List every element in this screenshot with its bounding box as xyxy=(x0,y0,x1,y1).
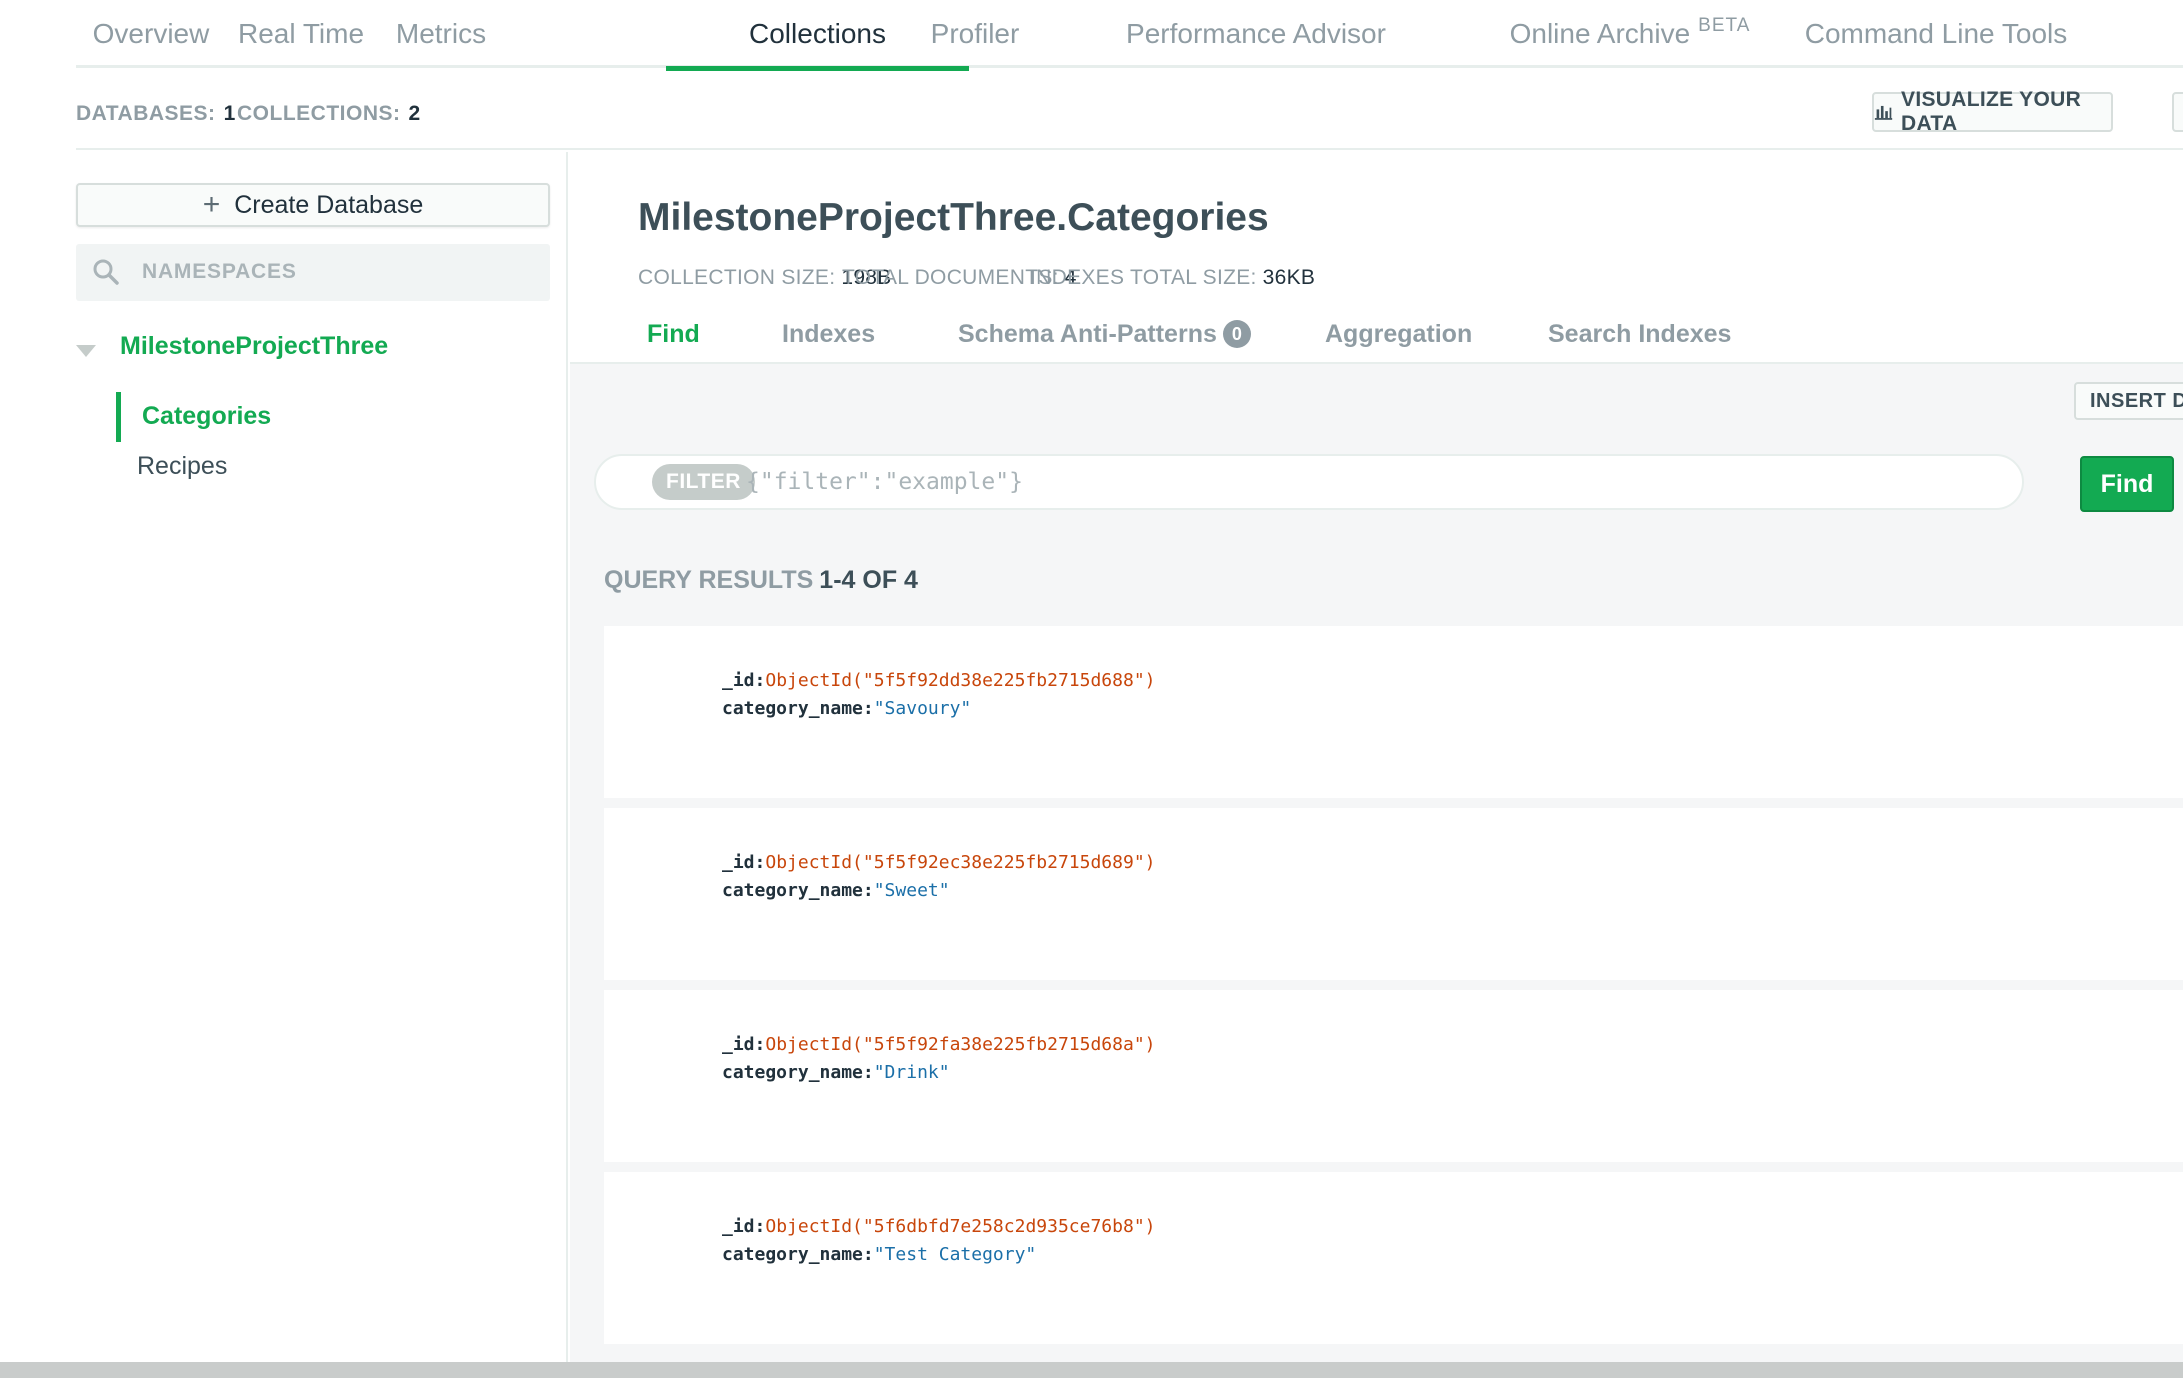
subtab-search-indexes[interactable]: Search Indexes xyxy=(1548,320,1731,349)
tab-label: Performance Advisor xyxy=(1126,18,1386,49)
tab-label: Profiler xyxy=(930,18,1020,49)
page-title: MilestoneProjectThree.Categories xyxy=(638,196,1269,239)
stats-bar: DATABASES: 1 COLLECTIONS: 2 VISUALIZE YOUR… xyxy=(76,88,2183,150)
find-button[interactable]: Find xyxy=(2080,456,2174,512)
visualize-data-button[interactable]: VISUALIZE YOUR DATA xyxy=(1872,88,2113,135)
tab-command-line-tools[interactable]: Command Line Tools xyxy=(1786,0,2086,68)
databases-count: DATABASES: 1 xyxy=(76,102,236,125)
bar-chart-icon xyxy=(1874,105,1893,120)
caret-down-icon[interactable] xyxy=(76,345,96,357)
tab-label: Overview xyxy=(92,18,210,49)
visualize-label: VISUALIZE YOUR DATA xyxy=(1901,88,2082,135)
doc-field-line: category_name:"Sweet" xyxy=(722,880,950,901)
subtab-indexes[interactable]: Indexes xyxy=(782,320,875,349)
namespace-search xyxy=(76,244,550,301)
create-database-button[interactable]: + Create Database xyxy=(76,183,550,227)
doc-id-line: _id:ObjectId("5f5f92dd38e225fb2715d688") xyxy=(722,670,1156,691)
subtab-schema-anti-patterns[interactable]: Schema Anti-Patterns 0 xyxy=(958,320,1251,349)
filter-bar: FILTER xyxy=(594,454,2024,510)
tab-profiler[interactable]: Profiler xyxy=(904,0,1046,68)
sidebar: + Create Database MilestoneProjectThree … xyxy=(0,152,568,1362)
collection-header: MilestoneProjectThree.Categories COLLECT… xyxy=(570,152,2183,362)
top-nav: Overview Real Time Metrics Collections P… xyxy=(76,0,2183,71)
doc-field-line: category_name:"Drink" xyxy=(722,1062,950,1083)
query-results-count: QUERY RESULTS 1-4 OF 4 xyxy=(604,566,918,594)
query-panel: INSERT DOCUMENT FILTER Find QUERY RESULT… xyxy=(570,362,2183,1362)
subtab-label: Schema Anti-Patterns xyxy=(958,320,1217,348)
create-database-label: Create Database xyxy=(234,190,424,219)
doc-field-line: category_name:"Test Category" xyxy=(722,1244,1037,1265)
collections-count: COLLECTIONS: 2 xyxy=(237,102,421,125)
plus-icon: + xyxy=(202,188,221,221)
doc-field-line: category_name:"Savoury" xyxy=(722,698,972,719)
subtab-find[interactable]: Find xyxy=(647,320,700,349)
database-name[interactable]: MilestoneProjectThree xyxy=(120,332,388,361)
namespace-search-input[interactable] xyxy=(142,254,522,290)
filter-input[interactable] xyxy=(746,462,1946,502)
tab-label: Metrics xyxy=(395,18,487,49)
sidebar-item-categories[interactable]: Categories xyxy=(142,402,271,431)
tab-online-archive[interactable]: Online Archive BETA xyxy=(1460,0,1800,68)
tab-label: Real Time xyxy=(237,18,365,49)
tab-overview[interactable]: Overview xyxy=(76,0,226,68)
tab-performance-advisor[interactable]: Performance Advisor xyxy=(1106,0,1406,68)
filter-label: FILTER xyxy=(652,464,755,500)
more-options-button[interactable] xyxy=(2172,92,2183,132)
document-card[interactable]: _id:ObjectId("5f6dbfd7e258c2d935ce76b8")… xyxy=(604,1172,2183,1344)
tab-real-time[interactable]: Real Time xyxy=(224,0,378,68)
count-badge: 0 xyxy=(1222,320,1251,348)
tab-label: Collections xyxy=(749,18,886,49)
horizontal-scrollbar[interactable] xyxy=(0,1362,2183,1378)
tab-label: Online Archive xyxy=(1509,18,1691,49)
tab-label: Command Line Tools xyxy=(1804,18,2068,49)
sidebar-item-recipes[interactable]: Recipes xyxy=(137,452,227,481)
doc-id-line: _id:ObjectId("5f6dbfd7e258c2d935ce76b8") xyxy=(722,1216,1156,1237)
subtab-aggregation[interactable]: Aggregation xyxy=(1325,320,1472,349)
insert-document-button[interactable]: INSERT DOCUMENT xyxy=(2074,382,2183,420)
tab-metrics[interactable]: Metrics xyxy=(376,0,506,68)
active-collection-indicator xyxy=(116,392,121,442)
document-card[interactable]: _id:ObjectId("5f5f92dd38e225fb2715d688")… xyxy=(604,626,2183,798)
doc-id-line: _id:ObjectId("5f5f92ec38e225fb2715d689") xyxy=(722,852,1156,873)
indexes-total-size: INDEXES TOTAL SIZE: 36KB xyxy=(1030,266,1316,289)
document-card[interactable]: _id:ObjectId("5f5f92ec38e225fb2715d689")… xyxy=(604,808,2183,980)
beta-badge: BETA xyxy=(1698,15,1751,36)
search-icon xyxy=(93,259,119,285)
document-card[interactable]: _id:ObjectId("5f5f92fa38e225fb2715d68a")… xyxy=(604,990,2183,1162)
doc-id-line: _id:ObjectId("5f5f92fa38e225fb2715d68a") xyxy=(722,1034,1156,1055)
